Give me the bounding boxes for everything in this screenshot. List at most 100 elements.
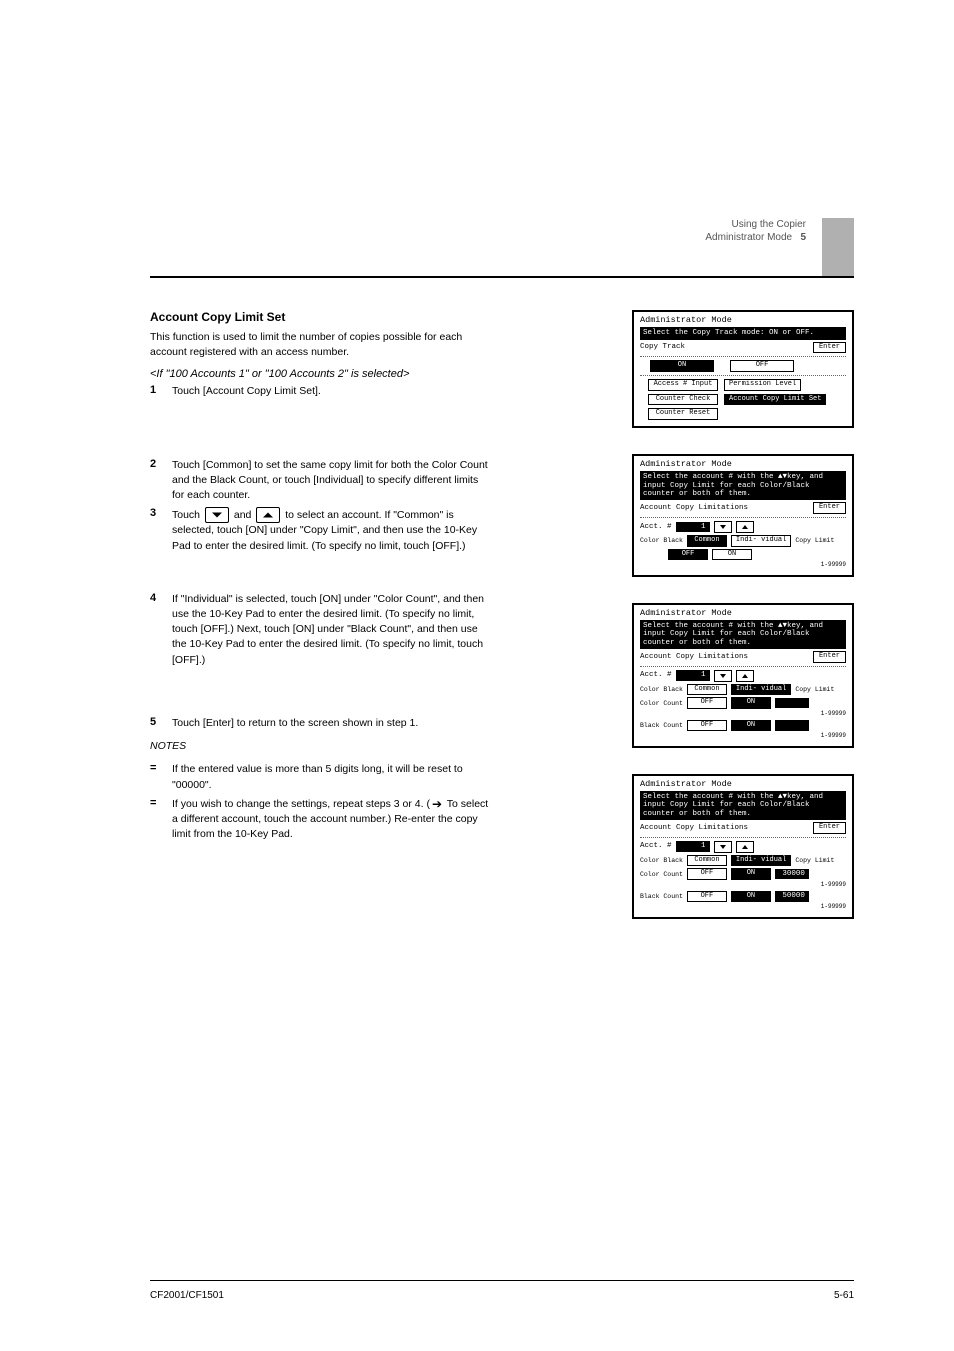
panel4-individual-button[interactable]: Indi- vidual bbox=[731, 855, 791, 867]
panel1-permission-button[interactable]: Permission Level bbox=[724, 379, 801, 391]
step-number-2: 2 bbox=[150, 458, 164, 470]
step-number-3: 3 bbox=[150, 507, 164, 519]
subheading-if-100: <If "100 Accounts 1" or "100 Accounts 2"… bbox=[150, 368, 490, 380]
up-arrow-icon bbox=[256, 507, 280, 523]
panel3-common-button[interactable]: Common bbox=[687, 684, 727, 696]
panel2-range: 1-99999 bbox=[640, 562, 846, 569]
panel3-black-range: 1-99999 bbox=[640, 733, 846, 740]
panel3-colorblack-label: Color Black bbox=[640, 686, 683, 693]
section-tab bbox=[822, 218, 854, 278]
panel2-common-button[interactable]: Common bbox=[687, 535, 727, 547]
panel2-acct-label: Acct. # bbox=[640, 523, 672, 531]
panel3-black-on-button[interactable]: ON bbox=[731, 720, 771, 732]
panel4-black-count-label: Black Count bbox=[640, 893, 683, 900]
step-number-1: 1 bbox=[150, 384, 164, 396]
section-number: 5 bbox=[800, 232, 806, 243]
panel2-header: Account Copy Limitations bbox=[640, 504, 748, 512]
panel2-down-button[interactable] bbox=[714, 521, 732, 533]
note-bullet-2-mark: = bbox=[150, 797, 164, 809]
panel3-black-count-label: Black Count bbox=[640, 722, 683, 729]
panel3-color-on-button[interactable]: ON bbox=[731, 697, 771, 709]
panel4-enter-button[interactable]: Enter bbox=[813, 822, 846, 834]
step-1-text: Touch [Account Copy Limit Set]. bbox=[172, 384, 490, 399]
panel4-color-count-label: Color Count bbox=[640, 871, 683, 878]
header-rule bbox=[150, 276, 854, 278]
panel2-on-button[interactable]: ON bbox=[712, 549, 752, 561]
panel4-up-button[interactable] bbox=[736, 841, 754, 853]
panel4-title: Administrator Mode bbox=[640, 780, 846, 789]
panel3-individual-button[interactable]: Indi- vidual bbox=[731, 684, 791, 696]
note-2-pre: If you wish to change the settings, repe… bbox=[172, 798, 430, 810]
panel1-off-button[interactable]: OFF bbox=[730, 360, 794, 372]
step-3-mid: and bbox=[234, 509, 254, 521]
panel1-bar: Select the Copy Track mode: ON or OFF. bbox=[640, 327, 846, 339]
step-number-5: 5 bbox=[150, 716, 164, 728]
panel3-color-off-button[interactable]: OFF bbox=[687, 697, 727, 709]
panel3-color-range: 1-99999 bbox=[640, 711, 846, 718]
panel3-copy-limit-label: Copy Limit bbox=[795, 686, 834, 693]
panel2-individual-button[interactable]: Indi- vidual bbox=[731, 535, 791, 547]
step-5-text: Touch [Enter] to return to the screen sh… bbox=[172, 716, 490, 731]
panel1-copy-track-label: Copy Track bbox=[640, 343, 685, 351]
body-column: Account Copy Limit Set This function is … bbox=[150, 310, 490, 1271]
panel2-acct-value: 1 bbox=[676, 522, 710, 532]
footer-rule bbox=[150, 1280, 854, 1281]
note-bullet-1: If the entered value is more than 5 digi… bbox=[172, 762, 490, 792]
panel4-acct-value: 1 bbox=[676, 841, 710, 851]
panel4-down-button[interactable] bbox=[714, 841, 732, 853]
panel-limit-individual-blank: Administrator Mode Select the account # … bbox=[632, 603, 854, 748]
panel1-limit-set-button[interactable]: Account Copy Limit Set bbox=[724, 394, 826, 406]
panel3-header: Account Copy Limitations bbox=[640, 653, 748, 661]
panel-limit-individual-filled: Administrator Mode Select the account # … bbox=[632, 774, 854, 919]
panel1-counter-check-button[interactable]: Counter Check bbox=[648, 394, 718, 406]
panel3-color-count-label: Color Count bbox=[640, 700, 683, 707]
panel4-copy-limit-label: Copy Limit bbox=[795, 857, 834, 864]
panel4-colorblack-label: Color Black bbox=[640, 857, 683, 864]
panel4-color-on-button[interactable]: ON bbox=[731, 868, 771, 880]
panel4-black-value[interactable]: 50000 bbox=[775, 891, 809, 901]
panel4-header: Account Copy Limitations bbox=[640, 824, 748, 832]
panel4-color-off-button[interactable]: OFF bbox=[687, 868, 727, 880]
panel4-color-value[interactable]: 30000 bbox=[775, 869, 809, 879]
arrow-right-icon: ➔ bbox=[432, 798, 442, 810]
panel1-title: Administrator Mode bbox=[640, 316, 846, 325]
panel2-off-button[interactable]: OFF bbox=[668, 549, 708, 561]
panel2-enter-button[interactable]: Enter bbox=[813, 502, 846, 514]
running-header: Using the Copier Administrator Mode 5 bbox=[705, 218, 806, 244]
running-header-bottom: Administrator Mode bbox=[705, 232, 792, 243]
step-4-text: If "Individual" is selected, touch [ON] … bbox=[172, 592, 490, 668]
panel2-bar: Select the account # with the ▲▼key, and… bbox=[640, 471, 846, 500]
note-bullet-1-mark: = bbox=[150, 762, 164, 774]
panel4-black-on-button[interactable]: ON bbox=[731, 891, 771, 903]
panel-limit-common-off: Administrator Mode Select the account # … bbox=[632, 454, 854, 577]
note-bullet-2: If you wish to change the settings, repe… bbox=[172, 797, 490, 843]
panel4-bar: Select the account # with the ▲▼key, and… bbox=[640, 791, 846, 820]
heading-account-copy-limit: Account Copy Limit Set bbox=[150, 310, 490, 324]
step-3-pre: Touch bbox=[172, 509, 203, 521]
footer-model: CF2001/CF1501 bbox=[150, 1290, 224, 1301]
notes-label: NOTES bbox=[150, 739, 490, 754]
panel4-black-off-button[interactable]: OFF bbox=[687, 891, 727, 903]
panel3-black-value[interactable] bbox=[775, 720, 809, 730]
panel3-enter-button[interactable]: Enter bbox=[813, 651, 846, 663]
panel3-acct-value: 1 bbox=[676, 670, 710, 680]
panel3-color-value[interactable] bbox=[775, 698, 809, 708]
panel4-black-range: 1-99999 bbox=[640, 904, 846, 911]
panel3-black-off-button[interactable]: OFF bbox=[687, 720, 727, 732]
step-3-text: Touch and to select an account. If "Comm… bbox=[172, 507, 490, 553]
step-2-text: Touch [Common] to set the same copy limi… bbox=[172, 458, 490, 504]
panel3-down-button[interactable] bbox=[714, 670, 732, 682]
lead-paragraph: This function is used to limit the numbe… bbox=[150, 330, 490, 360]
panel3-up-button[interactable] bbox=[736, 670, 754, 682]
down-arrow-icon bbox=[205, 507, 229, 523]
panel1-enter-button[interactable]: Enter bbox=[813, 342, 846, 354]
panel1-counter-reset-button[interactable]: Counter Reset bbox=[648, 408, 718, 420]
panel2-copy-limit-label: Copy Limit bbox=[795, 537, 834, 544]
panel2-title: Administrator Mode bbox=[640, 460, 846, 469]
panel1-on-button[interactable]: ON bbox=[650, 360, 714, 372]
panel4-acct-label: Acct. # bbox=[640, 842, 672, 850]
panel2-up-button[interactable] bbox=[736, 521, 754, 533]
panel1-access-input-button[interactable]: Access # Input bbox=[648, 379, 718, 391]
panel4-common-button[interactable]: Common bbox=[687, 855, 727, 867]
running-header-top: Using the Copier bbox=[732, 219, 806, 230]
